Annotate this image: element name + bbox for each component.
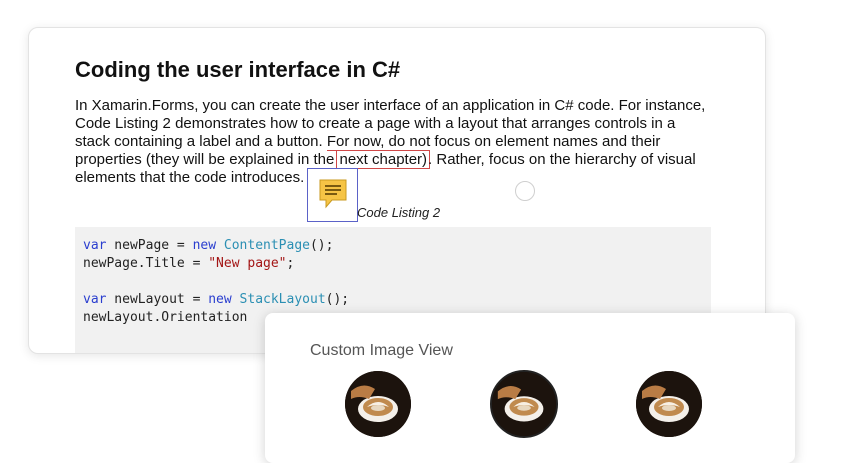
custom-image-view-title: Custom Image View	[310, 342, 453, 359]
document-paragraph: In Xamarin.Forms, you can create the use…	[75, 97, 725, 187]
code-keyword: var	[83, 238, 107, 253]
paragraph-text: focus on element names and their	[430, 133, 661, 150]
code-text: newPage.Title =	[83, 256, 209, 271]
paragraph-line: stack containing a label and a button. F…	[75, 133, 725, 151]
paragraph-text: stack containing a label and a button.	[75, 133, 327, 150]
code-string: "New page"	[208, 256, 287, 271]
code-line: newPage.Title = "New page";	[83, 256, 294, 271]
latte-image-1[interactable]	[345, 371, 411, 437]
latte-art-icon	[345, 371, 411, 437]
latte-art-icon	[492, 372, 556, 436]
annotation-underline[interactable]: For now, do not	[326, 133, 431, 151]
paragraph-line: In Xamarin.Forms, you can create the use…	[75, 97, 706, 114]
code-line: var newLayout = new StackLayout();	[83, 292, 349, 307]
code-keyword: new	[208, 292, 232, 307]
code-text: ();	[325, 292, 350, 307]
code-text: ();	[309, 238, 334, 253]
custom-image-view-card: Custom Image View	[265, 313, 795, 463]
code-listing-caption: Code Listing 2	[357, 205, 441, 220]
paragraph-text: . Rather, focus on the hierarchy of visu…	[428, 151, 696, 168]
code-type: StackLayout	[239, 292, 326, 307]
latte-image-3[interactable]	[636, 371, 702, 437]
code-text: newLayout =	[106, 292, 209, 307]
document-title: Coding the user interface in C#	[75, 57, 401, 82]
annotation-highlight-box[interactable]: next chapter)	[336, 150, 431, 169]
paragraph-text: properties (they will be explained in th…	[75, 151, 339, 168]
comment-marker[interactable]	[307, 168, 358, 222]
code-text: newLayout.Orientation	[83, 310, 248, 325]
cursor-circle-icon	[515, 181, 535, 201]
code-type: ContentPage	[223, 238, 310, 253]
code-text: newPage =	[106, 238, 193, 253]
code-keyword: new	[192, 238, 217, 253]
paragraph-line: elements that the code introduces.	[75, 169, 305, 186]
code-text: ;	[286, 256, 295, 271]
code-keyword: var	[83, 292, 107, 307]
comment-icon	[319, 179, 347, 209]
latte-art-icon	[636, 371, 702, 437]
code-line: var newPage = new ContentPage();	[83, 238, 333, 253]
latte-image-2-selected[interactable]	[490, 370, 558, 438]
code-line: newLayout.Orientation	[83, 310, 247, 325]
document-card: Coding the user interface in C# In Xamar…	[28, 27, 766, 354]
paragraph-line: properties (they will be explained in th…	[75, 150, 725, 169]
paragraph-line: Code Listing 2 demonstrates how to creat…	[75, 115, 676, 132]
